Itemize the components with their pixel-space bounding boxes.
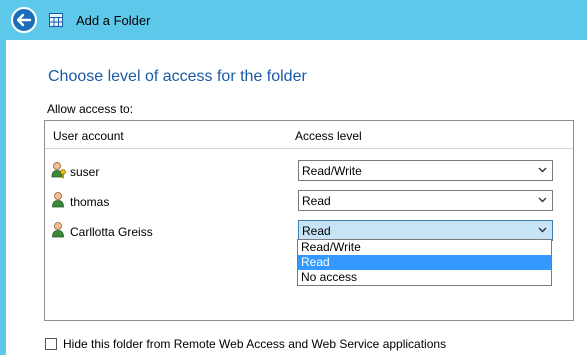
chevron-down-icon xyxy=(538,227,547,233)
window-title: Add a Folder xyxy=(76,13,151,28)
table-row: thomas Read xyxy=(45,188,573,218)
dropdown-option-read[interactable]: Read xyxy=(298,255,551,270)
back-button[interactable] xyxy=(11,7,37,33)
page-heading: Choose level of access for the folder xyxy=(48,68,307,85)
access-level-value: Read xyxy=(302,194,331,208)
user-name: thomas xyxy=(70,195,110,209)
access-level-value: Read xyxy=(302,224,331,238)
user-icon xyxy=(52,222,64,238)
allow-access-label: Allow access to: xyxy=(47,102,134,116)
column-header-access-level[interactable]: Access level xyxy=(295,129,362,143)
admin-user-icon xyxy=(51,162,66,179)
user-icon xyxy=(52,192,64,208)
back-arrow-icon xyxy=(16,13,32,27)
chevron-down-icon xyxy=(538,167,547,173)
access-level-select[interactable]: Read xyxy=(298,190,553,211)
table-row: suser Read/Write xyxy=(45,158,573,188)
dropdown-option-read-write[interactable]: Read/Write xyxy=(298,240,551,255)
chevron-down-icon xyxy=(538,197,547,203)
access-level-value: Read/Write xyxy=(302,164,362,178)
title-bar: Add a Folder xyxy=(0,0,587,40)
content-panel: Choose level of access for the folder Al… xyxy=(6,40,587,355)
column-header-user-account[interactable]: User account xyxy=(53,129,124,143)
user-name: Carllotta Greiss xyxy=(70,225,153,239)
dropdown-option-no-access[interactable]: No access xyxy=(298,270,551,285)
user-name: suser xyxy=(70,165,100,179)
hide-folder-label[interactable]: Hide this folder from Remote Web Access … xyxy=(63,337,446,351)
folder-grid-icon xyxy=(49,13,63,27)
access-level-dropdown-list: Read/Write Read No access xyxy=(297,239,552,286)
hide-folder-checkbox[interactable] xyxy=(45,338,57,350)
access-level-select[interactable]: Read xyxy=(298,220,553,241)
access-level-select[interactable]: Read/Write xyxy=(298,160,553,181)
grid-header: User account Access level xyxy=(45,121,573,149)
access-grid: User account Access level suser Read/Wri… xyxy=(44,120,574,321)
